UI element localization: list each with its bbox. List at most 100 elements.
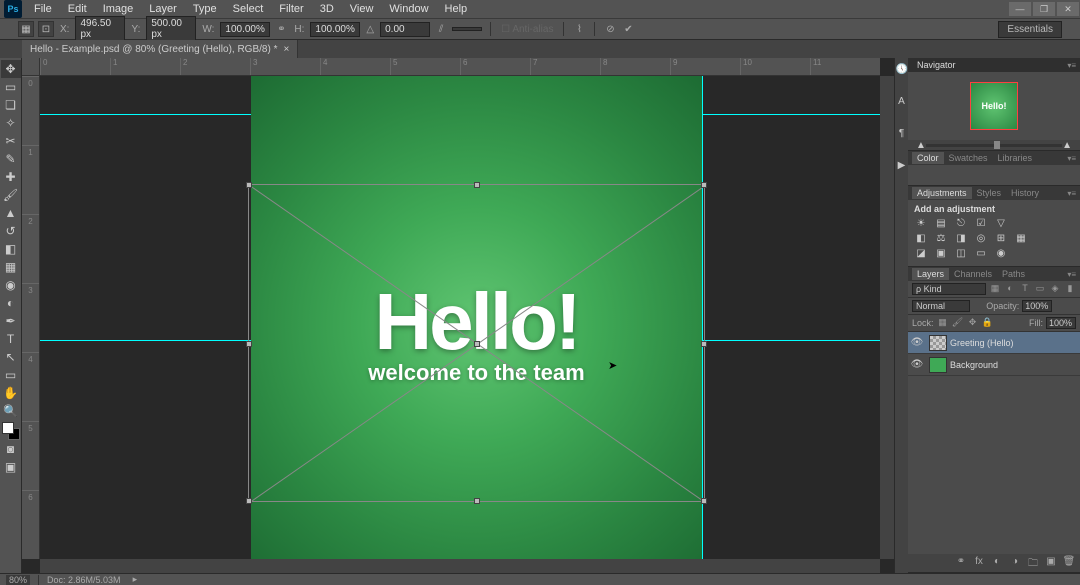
menu-3d[interactable]: 3D xyxy=(312,1,342,17)
filter-pixel-icon[interactable]: ▦ xyxy=(989,283,1001,295)
balance-icon[interactable]: ⚖ xyxy=(934,232,948,244)
transform-handle-nw[interactable] xyxy=(246,182,252,188)
h-field[interactable]: 100.00% xyxy=(310,22,360,37)
history-tab[interactable]: History xyxy=(1006,187,1044,199)
styles-tab[interactable]: Styles xyxy=(972,187,1007,199)
scrollbar-horizontal[interactable] xyxy=(40,559,880,573)
canvas-viewport[interactable]: Hello! welcome to the team xyxy=(40,76,880,559)
menu-type[interactable]: Type xyxy=(185,1,225,17)
new-layer-icon[interactable]: ▣ xyxy=(1044,556,1058,570)
bw-icon[interactable]: ◨ xyxy=(954,232,968,244)
brightness-icon[interactable]: ☀ xyxy=(914,217,928,229)
collapsed-paragraph-icon[interactable]: ¶ xyxy=(896,128,908,140)
hue-icon[interactable]: ◧ xyxy=(914,232,928,244)
paths-tab[interactable]: Paths xyxy=(997,268,1030,280)
transform-handle-w[interactable] xyxy=(246,341,252,347)
link-wh-icon[interactable]: ⚭ xyxy=(274,22,288,36)
collapsed-character-icon[interactable]: A xyxy=(896,96,908,108)
channels-tab[interactable]: Channels xyxy=(949,268,997,280)
transform-handle-center[interactable] xyxy=(474,341,480,347)
opacity-field[interactable]: 100% xyxy=(1022,300,1052,312)
panel-menu-icon[interactable]: ▾≡ xyxy=(1067,61,1076,70)
collapsed-history-icon[interactable]: 🕔 xyxy=(896,64,908,76)
menu-help[interactable]: Help xyxy=(437,1,476,17)
filter-smart-icon[interactable]: ◈ xyxy=(1049,283,1061,295)
eraser-tool[interactable]: ◧ xyxy=(1,240,21,258)
panel-menu-icon[interactable]: ▾≡ xyxy=(1067,189,1076,198)
commit-transform-icon[interactable]: ✔ xyxy=(621,22,635,36)
transform-handle-s[interactable] xyxy=(474,498,480,504)
curves-icon[interactable]: ⎋ xyxy=(954,217,968,229)
canvas-area[interactable]: 0 1 2 3 4 5 6 7 8 9 10 11 0 1 2 3 4 5 6 xyxy=(22,58,894,573)
photo-filter-icon[interactable]: ◎ xyxy=(974,232,988,244)
collapsed-actions-icon[interactable]: ▶ xyxy=(896,160,908,172)
color-body[interactable] xyxy=(908,165,1080,185)
navigator-zoom-slider[interactable]: ▲ ▲ xyxy=(908,140,1080,150)
heal-tool[interactable]: ✚ xyxy=(1,168,21,186)
gradient-tool[interactable]: ▦ xyxy=(1,258,21,276)
shape-tool[interactable]: ▭ xyxy=(1,366,21,384)
slider-thumb[interactable] xyxy=(994,141,1000,149)
panel-menu-icon[interactable]: ▾≡ xyxy=(1067,270,1076,279)
skew-h-field[interactable] xyxy=(452,27,482,31)
posterize-icon[interactable]: ▣ xyxy=(934,247,948,259)
ruler-origin[interactable] xyxy=(22,58,40,76)
lasso-tool[interactable]: ❏ xyxy=(1,96,21,114)
panel-menu-icon[interactable]: ▾≡ xyxy=(1067,154,1076,163)
move-tool[interactable]: ✥ xyxy=(1,60,21,78)
mask-icon[interactable]: ◐ xyxy=(990,556,1004,570)
lut-icon[interactable]: ▦ xyxy=(1014,232,1028,244)
pen-tool[interactable]: ✒ xyxy=(1,312,21,330)
close-tab-icon[interactable]: × xyxy=(283,44,289,55)
lock-all-icon[interactable]: 🔒 xyxy=(982,317,994,329)
adjustments-tab[interactable]: Adjustments xyxy=(912,187,972,199)
filter-type-icon[interactable]: T xyxy=(1019,283,1031,295)
libraries-tab[interactable]: Libraries xyxy=(993,152,1038,164)
maximize-button[interactable]: ❐ xyxy=(1033,2,1055,16)
gradient-map-icon[interactable]: ▭ xyxy=(974,247,988,259)
menu-view[interactable]: View xyxy=(342,1,382,17)
filter-toggle-icon[interactable]: ▮ xyxy=(1064,283,1076,295)
layers-tab[interactable]: Layers xyxy=(912,268,949,280)
x-field[interactable]: 496.50 px xyxy=(75,16,125,42)
eyedropper-tool[interactable]: ✎ xyxy=(1,150,21,168)
menu-filter[interactable]: Filter xyxy=(271,1,311,17)
menu-select[interactable]: Select xyxy=(225,1,272,17)
brush-tool[interactable]: 🖌 xyxy=(1,186,21,204)
navigator-tab[interactable]: Navigator xyxy=(912,59,961,71)
close-button[interactable]: ✕ xyxy=(1057,2,1079,16)
transform-handle-n[interactable] xyxy=(474,182,480,188)
antialias-checkbox[interactable]: ☐ Anti-alias xyxy=(501,24,553,35)
adjustment-layer-icon[interactable]: ◑ xyxy=(1008,556,1022,570)
skew-h-icon[interactable]: ⫽ xyxy=(434,22,448,36)
channel-mixer-icon[interactable]: ⊞ xyxy=(994,232,1008,244)
ruler-vertical[interactable]: 0 1 2 3 4 5 6 xyxy=(22,76,40,559)
document-tab[interactable]: Hello - Example.psd @ 80% (Greeting (Hel… xyxy=(22,40,298,58)
path-tool[interactable]: ↖ xyxy=(1,348,21,366)
screenmode-tool[interactable]: ▣ xyxy=(1,458,21,476)
navigator-thumbnail[interactable]: Hello! xyxy=(970,82,1018,130)
navigator-body[interactable]: Hello! xyxy=(908,72,1080,140)
threshold-icon[interactable]: ◫ xyxy=(954,247,968,259)
layer-thumbnail[interactable] xyxy=(929,335,947,351)
layer-name[interactable]: Greeting (Hello) xyxy=(950,338,1014,348)
zoom-readout[interactable]: 80% xyxy=(6,575,30,585)
type-tool[interactable]: T xyxy=(1,330,21,348)
invert-icon[interactable]: ◪ xyxy=(914,247,928,259)
lock-trans-icon[interactable]: ▦ xyxy=(937,317,949,329)
quickmask-tool[interactable]: ◙ xyxy=(1,440,21,458)
zoom-in-icon[interactable]: ▲ xyxy=(1062,140,1072,151)
transform-handle-e[interactable] xyxy=(701,341,707,347)
zoom-tool[interactable]: 🔍 xyxy=(1,402,21,420)
layer-row-greeting[interactable]: 👁 Greeting (Hello) xyxy=(908,332,1080,354)
fill-field[interactable]: 100% xyxy=(1046,317,1076,329)
filter-adj-icon[interactable]: ◐ xyxy=(1004,283,1016,295)
minimize-button[interactable]: — xyxy=(1009,2,1031,16)
group-icon[interactable]: 🗀 xyxy=(1026,556,1040,570)
marquee-tool[interactable]: ▭ xyxy=(1,78,21,96)
filter-shape-icon[interactable]: ▭ xyxy=(1034,283,1046,295)
swatches-tab[interactable]: Swatches xyxy=(944,152,993,164)
transform-handle-ne[interactable] xyxy=(701,182,707,188)
transform-ref-icon[interactable]: ▦ xyxy=(18,21,34,37)
levels-icon[interactable]: ▤ xyxy=(934,217,948,229)
